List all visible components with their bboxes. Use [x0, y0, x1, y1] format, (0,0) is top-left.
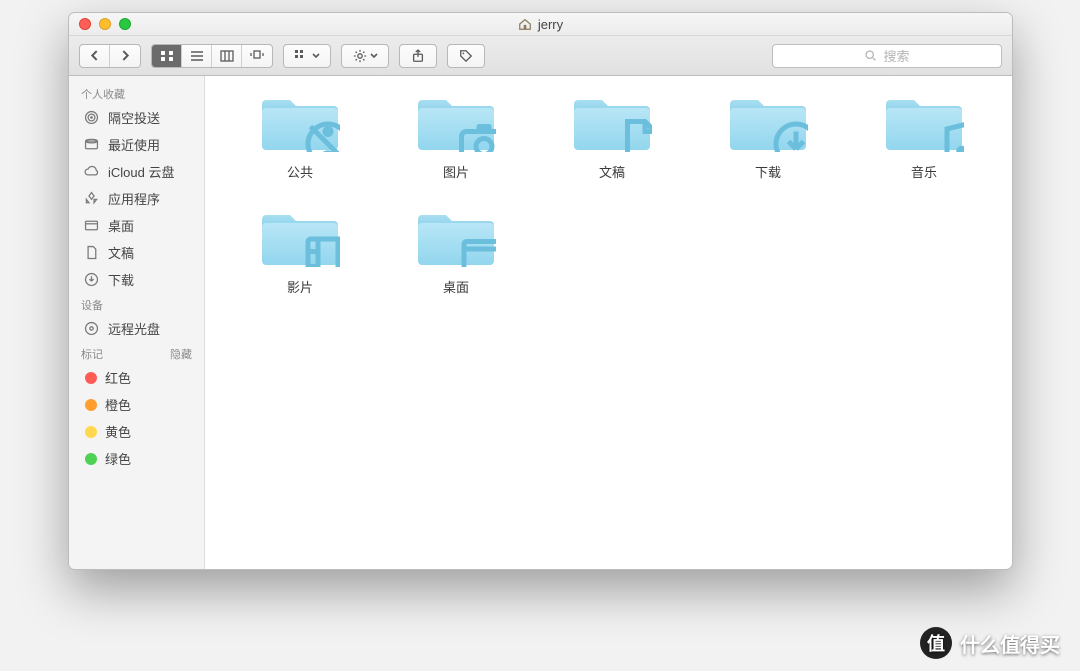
finder-window: jerry 搜索 个人收藏 隔空投送最近使用iCloud 云盘应用程序桌面文稿下… [68, 12, 1013, 570]
search-icon [864, 49, 877, 62]
home-icon [518, 17, 532, 31]
folder-label: 音乐 [911, 162, 937, 181]
sidebar-favorites-header: 个人收藏 [69, 82, 204, 104]
folder-item[interactable]: 影片 [225, 207, 375, 296]
folder-label: 下载 [755, 162, 781, 181]
folder-label: 图片 [443, 162, 469, 181]
folder-label: 影片 [287, 277, 313, 296]
clock-icon [83, 136, 100, 153]
action-button[interactable] [341, 44, 389, 68]
sidebar-tags-hide[interactable]: 隐藏 [170, 346, 192, 362]
sidebar-tag-label: 红色 [105, 368, 131, 387]
sidebar-item-label: iCloud 云盘 [108, 162, 174, 181]
sidebar: 个人收藏 隔空投送最近使用 iCloud 云盘应用程序桌面文稿下载 设备 远程光盘… [69, 76, 205, 569]
sidebar-item[interactable]: 应用程序 [69, 185, 204, 212]
sidebar-item-label: 文稿 [108, 243, 134, 262]
sidebar-item[interactable]: 桌面 [69, 212, 204, 239]
toolbar: 搜索 [69, 36, 1012, 76]
sidebar-tags-header: 标记 隐藏 [69, 342, 204, 364]
watermark-badge: 值 [920, 627, 952, 659]
sidebar-item[interactable]: 最近使用 [69, 131, 204, 158]
desktop-icon [83, 217, 100, 234]
tag-dot-icon [85, 453, 97, 465]
view-list-button[interactable] [182, 45, 212, 67]
sidebar-item[interactable]: iCloud 云盘 [69, 158, 204, 185]
folder-label: 公共 [287, 162, 313, 181]
window-controls [79, 18, 131, 30]
view-gallery-button[interactable] [242, 45, 272, 67]
watermark-text: 什么值得买 [960, 629, 1060, 658]
back-button[interactable] [80, 45, 110, 67]
folder-icon [884, 92, 964, 152]
folder-label: 文稿 [599, 162, 625, 181]
tag-dot-icon [85, 372, 97, 384]
sidebar-tag-item[interactable]: 红色 [69, 364, 204, 391]
download-icon [83, 271, 100, 288]
titlebar: jerry [69, 13, 1012, 36]
folder-item[interactable]: 公共 [225, 92, 375, 181]
view-columns-button[interactable] [212, 45, 242, 67]
sidebar-item-label: 隔空投送 [108, 108, 160, 127]
window-title: jerry [538, 17, 563, 32]
folder-icon [416, 92, 496, 152]
sidebar-tag-label: 绿色 [105, 449, 131, 468]
cloud-icon [83, 163, 100, 180]
folder-item[interactable]: 文稿 [537, 92, 687, 181]
apps-icon [83, 190, 100, 207]
view-mode-buttons [151, 44, 273, 68]
sidebar-tag-item[interactable]: 绿色 [69, 445, 204, 472]
folder-item[interactable]: 桌面 [381, 207, 531, 296]
sidebar-tag-item[interactable]: 黄色 [69, 418, 204, 445]
airdrop-icon [83, 109, 100, 126]
minimize-button[interactable] [99, 18, 111, 30]
folder-label: 桌面 [443, 277, 469, 296]
sidebar-item[interactable]: 文稿 [69, 239, 204, 266]
disc-icon [83, 320, 100, 337]
sidebar-item-label: 桌面 [108, 216, 134, 235]
folder-item[interactable]: 音乐 [849, 92, 999, 181]
folder-icon [416, 207, 496, 267]
nav-buttons [79, 44, 141, 68]
tag-dot-icon [85, 426, 97, 438]
sidebar-item[interactable]: 下载 [69, 266, 204, 293]
sidebar-tag-item[interactable]: 橙色 [69, 391, 204, 418]
forward-button[interactable] [110, 45, 140, 67]
folder-icon [260, 92, 340, 152]
doc-icon [83, 244, 100, 261]
content-area[interactable]: 公共 图片 文稿 下载 音乐影片 桌面 [205, 76, 1012, 569]
close-button[interactable] [79, 18, 91, 30]
search-placeholder: 搜索 [883, 46, 909, 65]
folder-icon [572, 92, 652, 152]
folder-icon [260, 207, 340, 267]
maximize-button[interactable] [119, 18, 131, 30]
tags-button[interactable] [447, 44, 485, 68]
sidebar-item-label: 远程光盘 [108, 319, 160, 338]
search-input[interactable]: 搜索 [772, 44, 1002, 68]
folder-item[interactable]: 下载 [693, 92, 843, 181]
sidebar-devices-header: 设备 [69, 293, 204, 315]
tag-dot-icon [85, 399, 97, 411]
arrange-button[interactable] [283, 44, 331, 68]
sidebar-item[interactable]: 远程光盘 [69, 315, 204, 342]
sidebar-item[interactable]: 隔空投送 [69, 104, 204, 131]
folder-item[interactable]: 图片 [381, 92, 531, 181]
sidebar-tag-label: 黄色 [105, 422, 131, 441]
sidebar-item-label: 应用程序 [108, 189, 160, 208]
sidebar-item-label: 下载 [108, 270, 134, 289]
watermark: 值 什么值得买 [920, 627, 1060, 659]
view-icons-button[interactable] [152, 45, 182, 67]
sidebar-tag-label: 橙色 [105, 395, 131, 414]
share-button[interactable] [399, 44, 437, 68]
folder-icon [728, 92, 808, 152]
sidebar-item-label: 最近使用 [108, 135, 160, 154]
